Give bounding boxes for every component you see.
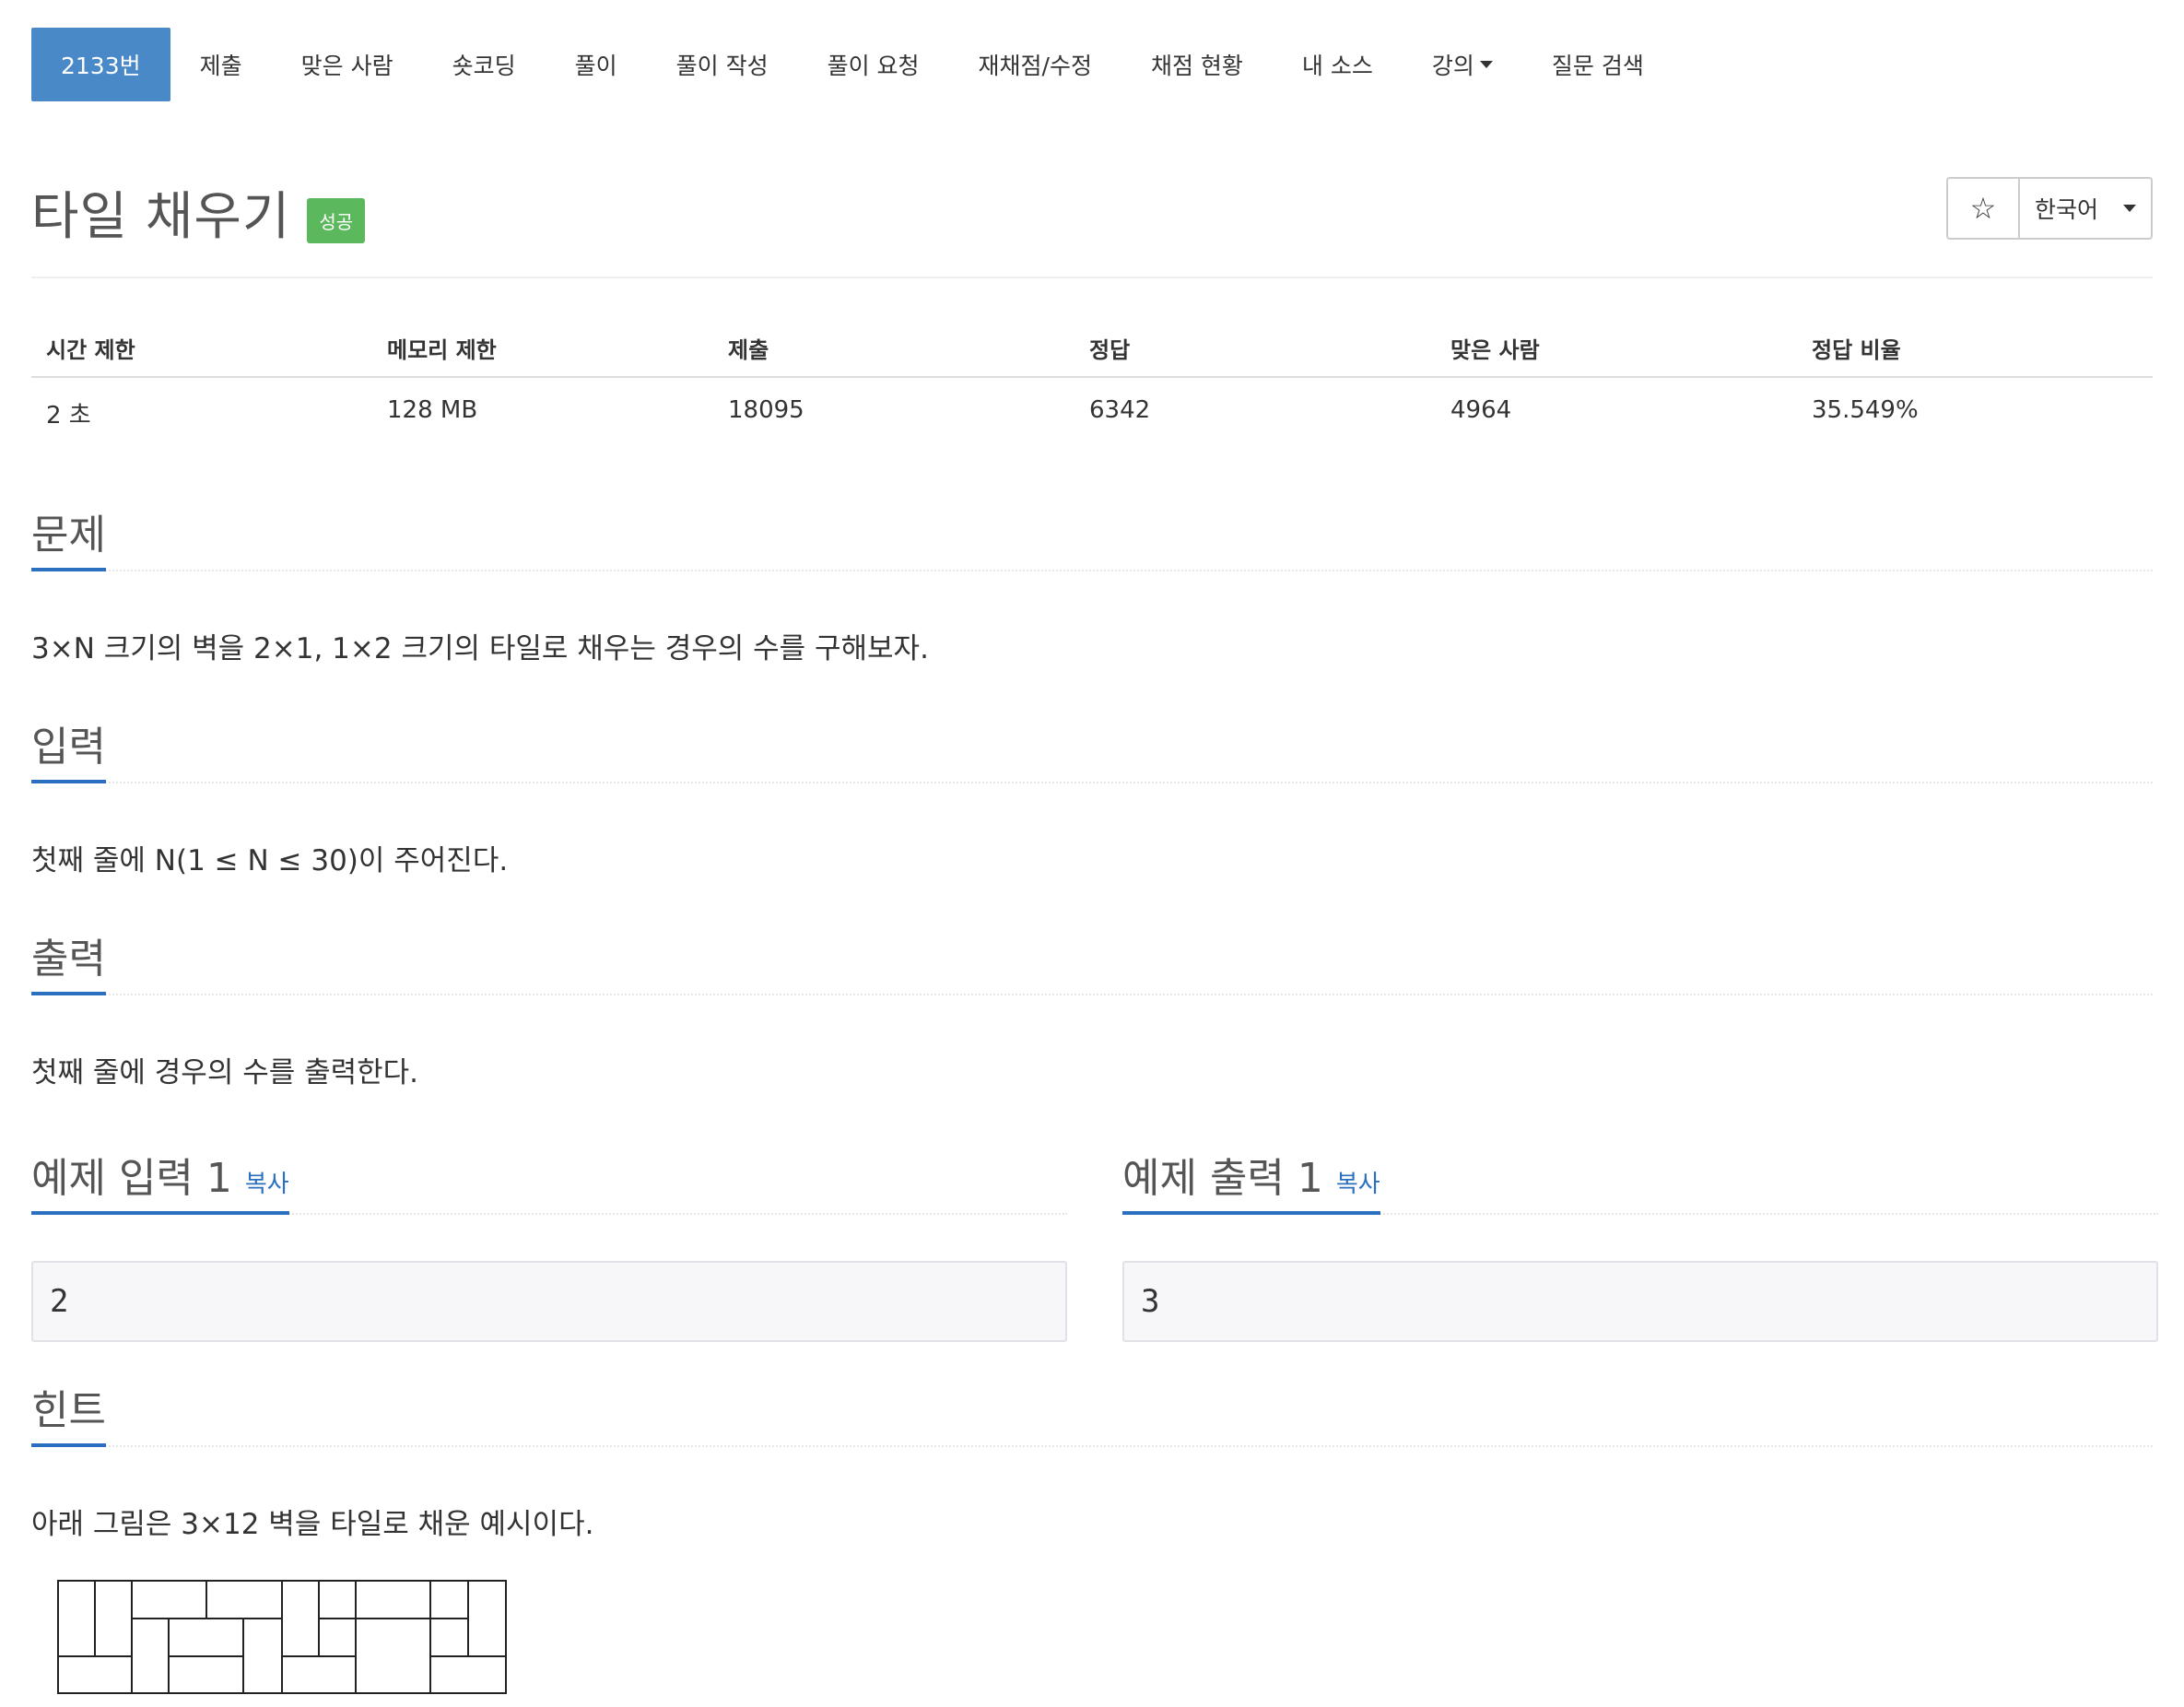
value-submissions: 18095 xyxy=(728,396,804,424)
caret-down-icon xyxy=(2123,205,2136,212)
header-submissions: 제출 xyxy=(728,337,769,363)
language-dropdown[interactable]: 한국어 xyxy=(2020,179,2151,238)
header-accept-rate: 정답 비율 xyxy=(1812,337,1901,363)
nav-solutions[interactable]: 풀이 xyxy=(546,28,647,101)
section-input: 입력 첫째 줄에 N(1 ≤ N ≤ 30)이 주어진다. xyxy=(31,719,2153,878)
nav-short-coding[interactable]: 숏코딩 xyxy=(423,28,546,101)
output-description: 첫째 줄에 경우의 수를 출력한다. xyxy=(31,1056,419,1089)
section-hint: 힌트 아래 그림은 3×12 벽을 타일로 채운 예시이다. xyxy=(31,1383,2153,1542)
value-time-limit: 2 초 xyxy=(46,402,91,430)
sample-input-title: 예제 입력 1 xyxy=(31,1155,232,1202)
page-title: 타일 채우기 xyxy=(31,187,291,247)
nav-solved-users[interactable]: 맞은 사람 xyxy=(272,28,423,101)
status-badge: 성공 xyxy=(307,198,366,243)
input-description: 첫째 줄에 N(1 ≤ N ≤ 30)이 주어진다. xyxy=(31,844,509,877)
input-heading: 입력 xyxy=(31,713,106,783)
heading-rule xyxy=(31,994,2153,995)
value-accept-rate: 35.549% xyxy=(1812,396,1919,424)
nav-write-solution[interactable]: 풀이 작성 xyxy=(647,28,798,101)
hint-description: 아래 그림은 3×12 벽을 타일로 채운 예시이다. xyxy=(31,1508,594,1541)
nav-lectures-label: 강의 xyxy=(1431,53,1474,79)
value-solved-users: 4964 xyxy=(1450,396,1512,424)
sample-input-panel: 예제 입력 1 복사 2 xyxy=(31,1141,1067,1342)
header-accepted: 정답 xyxy=(1089,337,1131,363)
language-label: 한국어 xyxy=(2035,196,2099,223)
hint-heading: 힌트 xyxy=(31,1377,106,1447)
info-table-row: 2 초 128 MB 18095 6342 4964 35.549% xyxy=(31,378,2153,430)
problem-description: 3×N 크기의 벽을 2×1, 1×2 크기의 타일로 채우는 경우의 수를 구… xyxy=(31,632,929,665)
header-memory-limit: 메모리 제한 xyxy=(387,337,497,363)
sample-output-heading: 예제 출력 1 복사 xyxy=(1122,1141,2158,1215)
header-solved-users: 맞은 사람 xyxy=(1450,337,1540,363)
title-button-group: ☆ 한국어 xyxy=(1946,177,2153,240)
sample-input-box[interactable]: 2 xyxy=(31,1261,1067,1342)
nav-rejudge[interactable]: 재채점/수정 xyxy=(949,28,1121,101)
nav-lectures-dropdown[interactable]: 강의 xyxy=(1403,28,1522,101)
problem-nav: 2133번 제출 맞은 사람 숏코딩 풀이 풀이 작성 풀이 요청 재채점/수정… xyxy=(31,28,1673,101)
sample-output-box[interactable]: 3 xyxy=(1122,1261,2158,1342)
sample-output-title: 예제 출력 1 xyxy=(1122,1155,1323,1202)
section-heading: 입력 xyxy=(31,719,2153,783)
section-problem: 문제 3×N 크기의 벽을 2×1, 1×2 크기의 타일로 채우는 경우의 수… xyxy=(31,507,2153,666)
nav-question-search[interactable]: 질문 검색 xyxy=(1522,28,1673,101)
sample-input-headline: 예제 입력 1 복사 xyxy=(31,1145,289,1215)
nav-status[interactable]: 채점 현황 xyxy=(1121,28,1273,101)
heading-rule xyxy=(31,782,2153,783)
copy-sample-input-link[interactable]: 복사 xyxy=(245,1171,289,1198)
section-heading: 힌트 xyxy=(31,1383,2153,1447)
output-heading: 출력 xyxy=(31,925,106,995)
sample-output-headline: 예제 출력 1 복사 xyxy=(1122,1145,1380,1215)
caret-down-icon xyxy=(1479,61,1493,68)
heading-rule xyxy=(31,1445,2153,1447)
tiling-example-image xyxy=(57,1580,507,1694)
title-row: 타일 채우기 성공 xyxy=(31,175,366,250)
value-memory-limit: 128 MB xyxy=(387,396,478,424)
problem-heading: 문제 xyxy=(31,501,106,571)
star-icon: ☆ xyxy=(1969,191,1997,226)
nav-request-solution[interactable]: 풀이 요청 xyxy=(798,28,949,101)
header-time-limit: 시간 제한 xyxy=(46,337,135,363)
sample-input-heading: 예제 입력 1 복사 xyxy=(31,1141,1067,1215)
section-output: 출력 첫째 줄에 경우의 수를 출력한다. xyxy=(31,931,2153,1090)
copy-sample-output-link[interactable]: 복사 xyxy=(1336,1171,1380,1198)
section-heading: 문제 xyxy=(31,507,2153,571)
problem-info-table: 시간 제한 메모리 제한 제출 정답 맞은 사람 정답 비율 2 초 128 M… xyxy=(31,321,2153,430)
nav-submit[interactable]: 제출 xyxy=(170,28,272,101)
nav-my-source[interactable]: 내 소스 xyxy=(1273,28,1403,101)
info-table-header: 시간 제한 메모리 제한 제출 정답 맞은 사람 정답 비율 xyxy=(31,321,2153,378)
sample-output-panel: 예제 출력 1 복사 3 xyxy=(1122,1141,2158,1342)
heading-rule xyxy=(31,570,2153,571)
title-divider xyxy=(31,277,2153,278)
section-heading: 출력 xyxy=(31,931,2153,995)
star-button[interactable]: ☆ xyxy=(1948,179,2020,238)
nav-problem-number[interactable]: 2133번 xyxy=(31,28,170,101)
value-accepted: 6342 xyxy=(1089,396,1151,424)
